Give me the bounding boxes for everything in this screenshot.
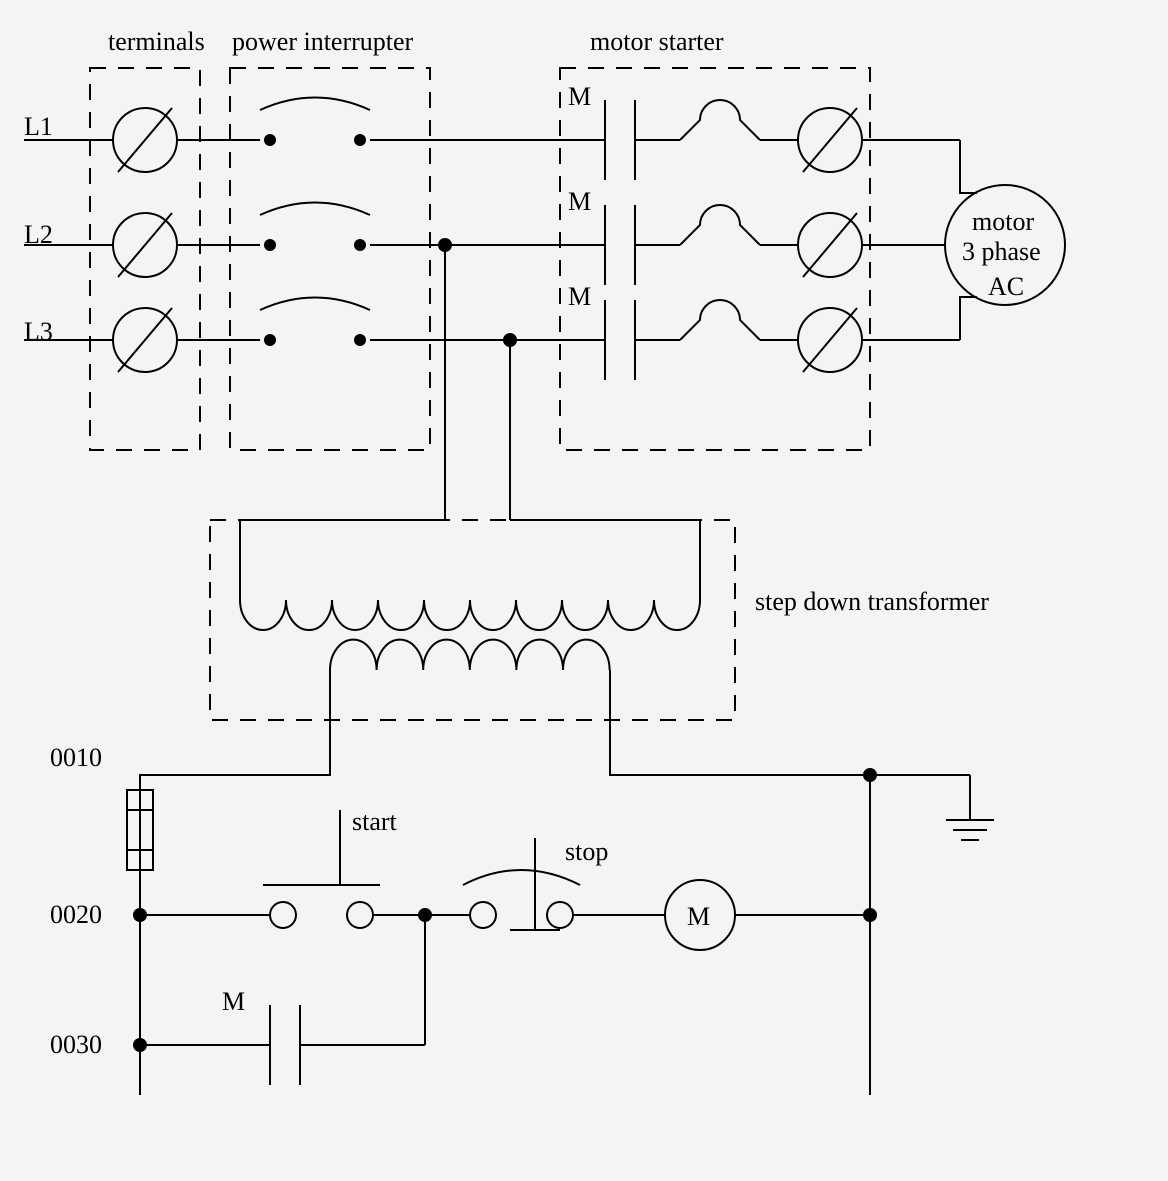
label-power-interrupter: power interrupter: [232, 27, 414, 56]
label-M-contact-1: M: [568, 82, 591, 111]
label-motor: motor: [972, 207, 1034, 236]
label-transformer: step down transformer: [755, 587, 989, 616]
box-terminals: [90, 68, 200, 450]
label-rung-0010: 0010: [50, 743, 102, 772]
box-power-interrupter: [230, 68, 430, 450]
label-L3: L3: [24, 317, 53, 346]
box-motor-starter: [560, 68, 870, 450]
label-M-contact-2: M: [568, 187, 591, 216]
label-ac: AC: [988, 272, 1024, 301]
box-transformer: [210, 520, 735, 720]
label-coil-M: M: [687, 902, 710, 931]
label-motor-starter: motor starter: [590, 27, 724, 56]
label-L1: L1: [24, 112, 53, 141]
label-stop: stop: [565, 837, 608, 866]
label-rung-0030: 0030: [50, 1030, 102, 1059]
label-M-sealin: M: [222, 987, 245, 1016]
schematic-diagram: terminals power interrupter motor starte…: [0, 0, 1168, 1176]
label-three-phase: 3 phase: [962, 237, 1041, 266]
label-M-contact-3: M: [568, 282, 591, 311]
label-terminals: terminals: [108, 27, 205, 56]
label-start: start: [352, 807, 398, 836]
label-rung-0020: 0020: [50, 900, 102, 929]
